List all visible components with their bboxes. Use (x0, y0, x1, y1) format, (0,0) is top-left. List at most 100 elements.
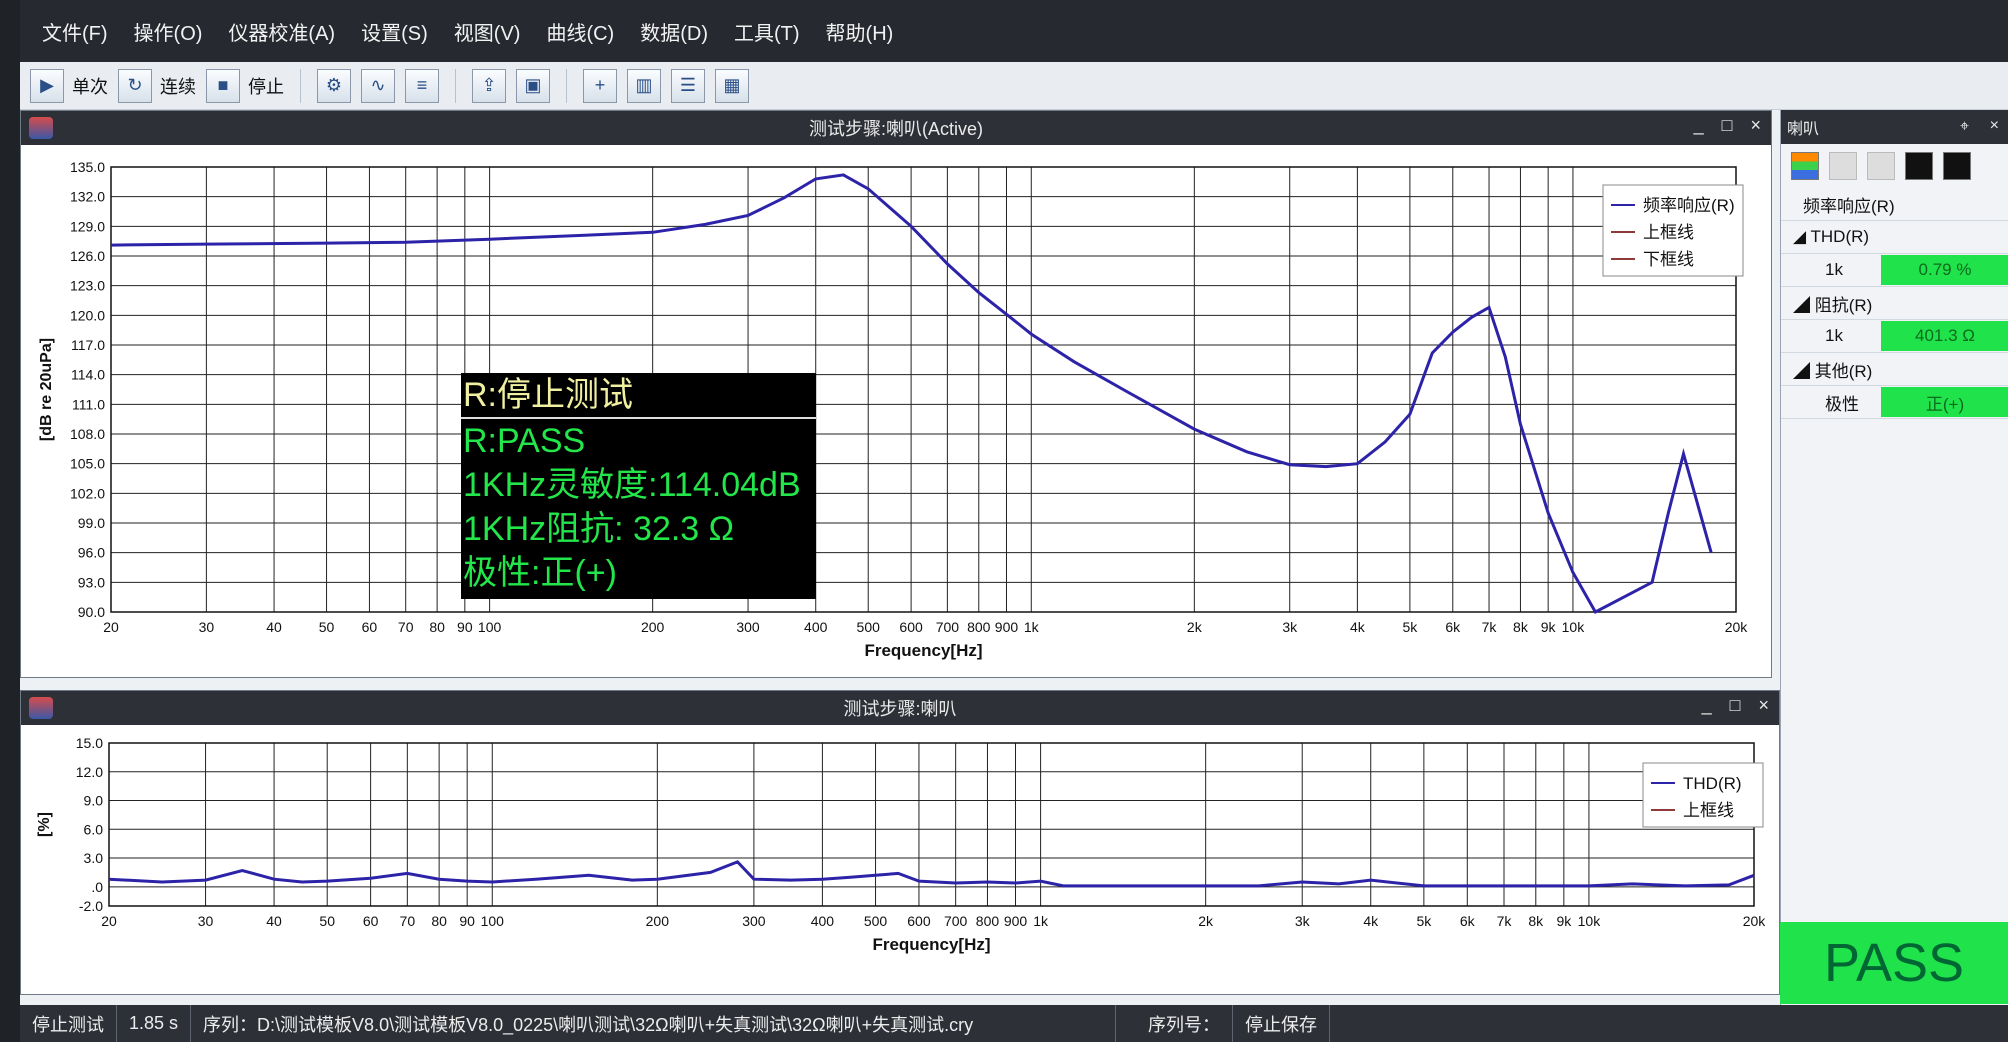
panel-title-bar: 喇叭 ⌖ × (1781, 110, 2008, 144)
settings-tool-icon[interactable]: ⚙ (317, 68, 351, 103)
x-tick-label: 30 (198, 913, 214, 929)
close-icon[interactable]: × (1758, 695, 1769, 716)
legend-label: 上框线 (1683, 801, 1734, 820)
y-tick-label: 99.0 (78, 515, 105, 531)
x-tick-label: 600 (907, 913, 931, 929)
status-save: 停止保存 (1233, 1005, 1331, 1042)
close-icon[interactable]: × (1990, 117, 1999, 135)
x-tick-label: 50 (319, 619, 335, 635)
x-tick-label: 9k (1541, 619, 1557, 635)
window-title-bar: 测试步骤:喇叭(Active) _ □ × (21, 111, 1771, 145)
group-other[interactable]: ◢ 其他(R) (1781, 353, 2008, 386)
x-tick-label: 4k (1363, 913, 1379, 929)
x-tick-label: 1k (1024, 619, 1040, 635)
x-tick-label: 500 (857, 619, 881, 635)
toolbar-separator (566, 68, 567, 103)
toolbar-separator (455, 68, 456, 103)
group-thd[interactable]: ◢ THD(R) (1781, 221, 2008, 254)
menu-help[interactable]: 帮助(H) (822, 11, 898, 52)
toolbar-separator (300, 68, 301, 103)
x-tick-label: 9k (1556, 913, 1572, 929)
curve-tool-icon[interactable]: ∿ (361, 68, 395, 103)
status-bar: 停止测试 1.85 s 序列：D:\测试模板V8.0\测试模板V8.0_0225… (20, 1005, 2008, 1042)
y-tick-label: 132.0 (70, 189, 105, 205)
menu-curve[interactable]: 曲线(C) (542, 11, 618, 52)
frequency-response-window: 测试步骤:喇叭(Active) _ □ × 20 30 40 50 60 70 80 90 100 2… (20, 110, 1772, 678)
menu-view[interactable]: 视图(V) (450, 11, 525, 52)
expand-icon[interactable] (1905, 152, 1933, 180)
delete-icon[interactable] (1867, 152, 1895, 180)
report-tool-icon[interactable]: ≡ (405, 68, 439, 103)
save-icon[interactable]: ▣ (516, 68, 550, 103)
maximize-icon[interactable]: □ (1730, 695, 1741, 716)
window-controls: _ □ × (1694, 115, 1761, 136)
continuous-run-button[interactable]: ↻ 连续 (118, 68, 196, 103)
status-state: 停止测试 (20, 1005, 117, 1042)
x-tick-label: 60 (362, 619, 378, 635)
stop-icon: ■ (206, 68, 240, 103)
x-tick-label: 2k (1198, 913, 1214, 929)
x-tick-label: 100 (478, 619, 502, 635)
minimize-icon[interactable]: _ (1694, 115, 1704, 136)
menu-settings[interactable]: 设置(S) (357, 11, 432, 52)
app-window: 文件(F) 操作(O) 仪器校准(A) 设置(S) 视图(V) 曲线(C) 数据… (20, 0, 2008, 1042)
plus-icon[interactable] (1829, 152, 1857, 180)
plot-border (110, 166, 1737, 613)
export-icon[interactable]: ⇪ (472, 68, 506, 103)
x-tick-label: 700 (936, 619, 960, 635)
close-icon[interactable]: × (1750, 115, 1761, 136)
add-window-icon[interactable]: + (583, 68, 617, 103)
legend: 频率响应(R) 上框线下框线 (1602, 184, 1744, 277)
menu-file[interactable]: 文件(F) (38, 11, 112, 52)
maximize-icon[interactable]: □ (1722, 115, 1733, 136)
x-tick-label: 400 (811, 913, 835, 929)
pin-icon[interactable]: ⌖ (1960, 118, 1969, 136)
minimize-icon[interactable]: _ (1702, 695, 1712, 716)
thd-value-row: 1k 0.79 % (1781, 254, 2008, 287)
horizontal-layout-icon[interactable]: ☰ (671, 68, 705, 103)
x-tick-label: 90 (457, 619, 473, 635)
x-tick-label: 10k (1578, 913, 1602, 929)
vertical-layout-icon[interactable]: ▦ (715, 68, 749, 103)
x-tick-label: 600 (899, 619, 923, 635)
y-tick-label: 9.0 (84, 793, 104, 809)
x-tick-label: 20k (1725, 619, 1749, 635)
x-tick-label: 5k (1416, 913, 1432, 929)
property-header: 频率响应(R) (1781, 188, 2008, 221)
x-tick-label: 50 (319, 913, 335, 929)
stop-button[interactable]: ■ 停止 (206, 68, 284, 103)
color-bars-icon[interactable] (1791, 152, 1819, 180)
overlay-pass-status: R:PASS (463, 422, 586, 460)
group-impedance[interactable]: ◢ 阻抗(R) (1781, 287, 2008, 320)
single-run-button[interactable]: ▶ 单次 (30, 68, 108, 103)
y-tick-label: 135.0 (70, 159, 105, 175)
legend-label: THD(R) (1683, 774, 1742, 793)
y-tick-label: 120.0 (70, 307, 105, 323)
overlay-impedance: 1KHz阻抗: 32.3 Ω (463, 510, 735, 548)
x-axis-label: Frequency[Hz] (864, 641, 982, 660)
x-tick-label: 7k (1497, 913, 1513, 929)
add-chart-icon[interactable]: ▥ (627, 68, 661, 103)
menu-operate[interactable]: 操作(O) (130, 11, 207, 52)
x-tick-label: 1k (1033, 913, 1049, 929)
x-tick-label: 30 (199, 619, 215, 635)
impedance-value-row: 1k 401.3 Ω (1781, 320, 2008, 353)
menu-tools[interactable]: 工具(T) (730, 11, 804, 52)
x-tick-label: 700 (944, 913, 968, 929)
status-serial: 序列号： (1136, 1005, 1234, 1042)
panel-tools (1781, 144, 2008, 188)
thd-chart: 20 30 40 50 60 70 80 90 100 200 300 400 500 600 700 800… (36, 735, 1766, 954)
menu-data[interactable]: 数据(D) (636, 11, 712, 52)
legend: THD(R) 上框线 (1642, 762, 1764, 828)
y-tick-label: 111.0 (72, 396, 105, 412)
frequency-response-chart: 20 30 40 50 60 70 80 90 100 200 300 400 500 600 700 800… (38, 159, 1749, 660)
menu-calibrate[interactable]: 仪器校准(A) (224, 11, 339, 52)
x-tick-label: 5k (1402, 619, 1418, 635)
x-tick-label: 20 (101, 913, 117, 929)
chart-grid (110, 166, 1737, 613)
collapse-icon[interactable] (1943, 152, 1971, 180)
overlay-stop-status: R:停止测试 (461, 373, 816, 419)
status-time: 1.85 s (117, 1005, 192, 1042)
y-axis-label: [%] (36, 812, 53, 837)
panel-title: 喇叭 (1787, 121, 1820, 138)
